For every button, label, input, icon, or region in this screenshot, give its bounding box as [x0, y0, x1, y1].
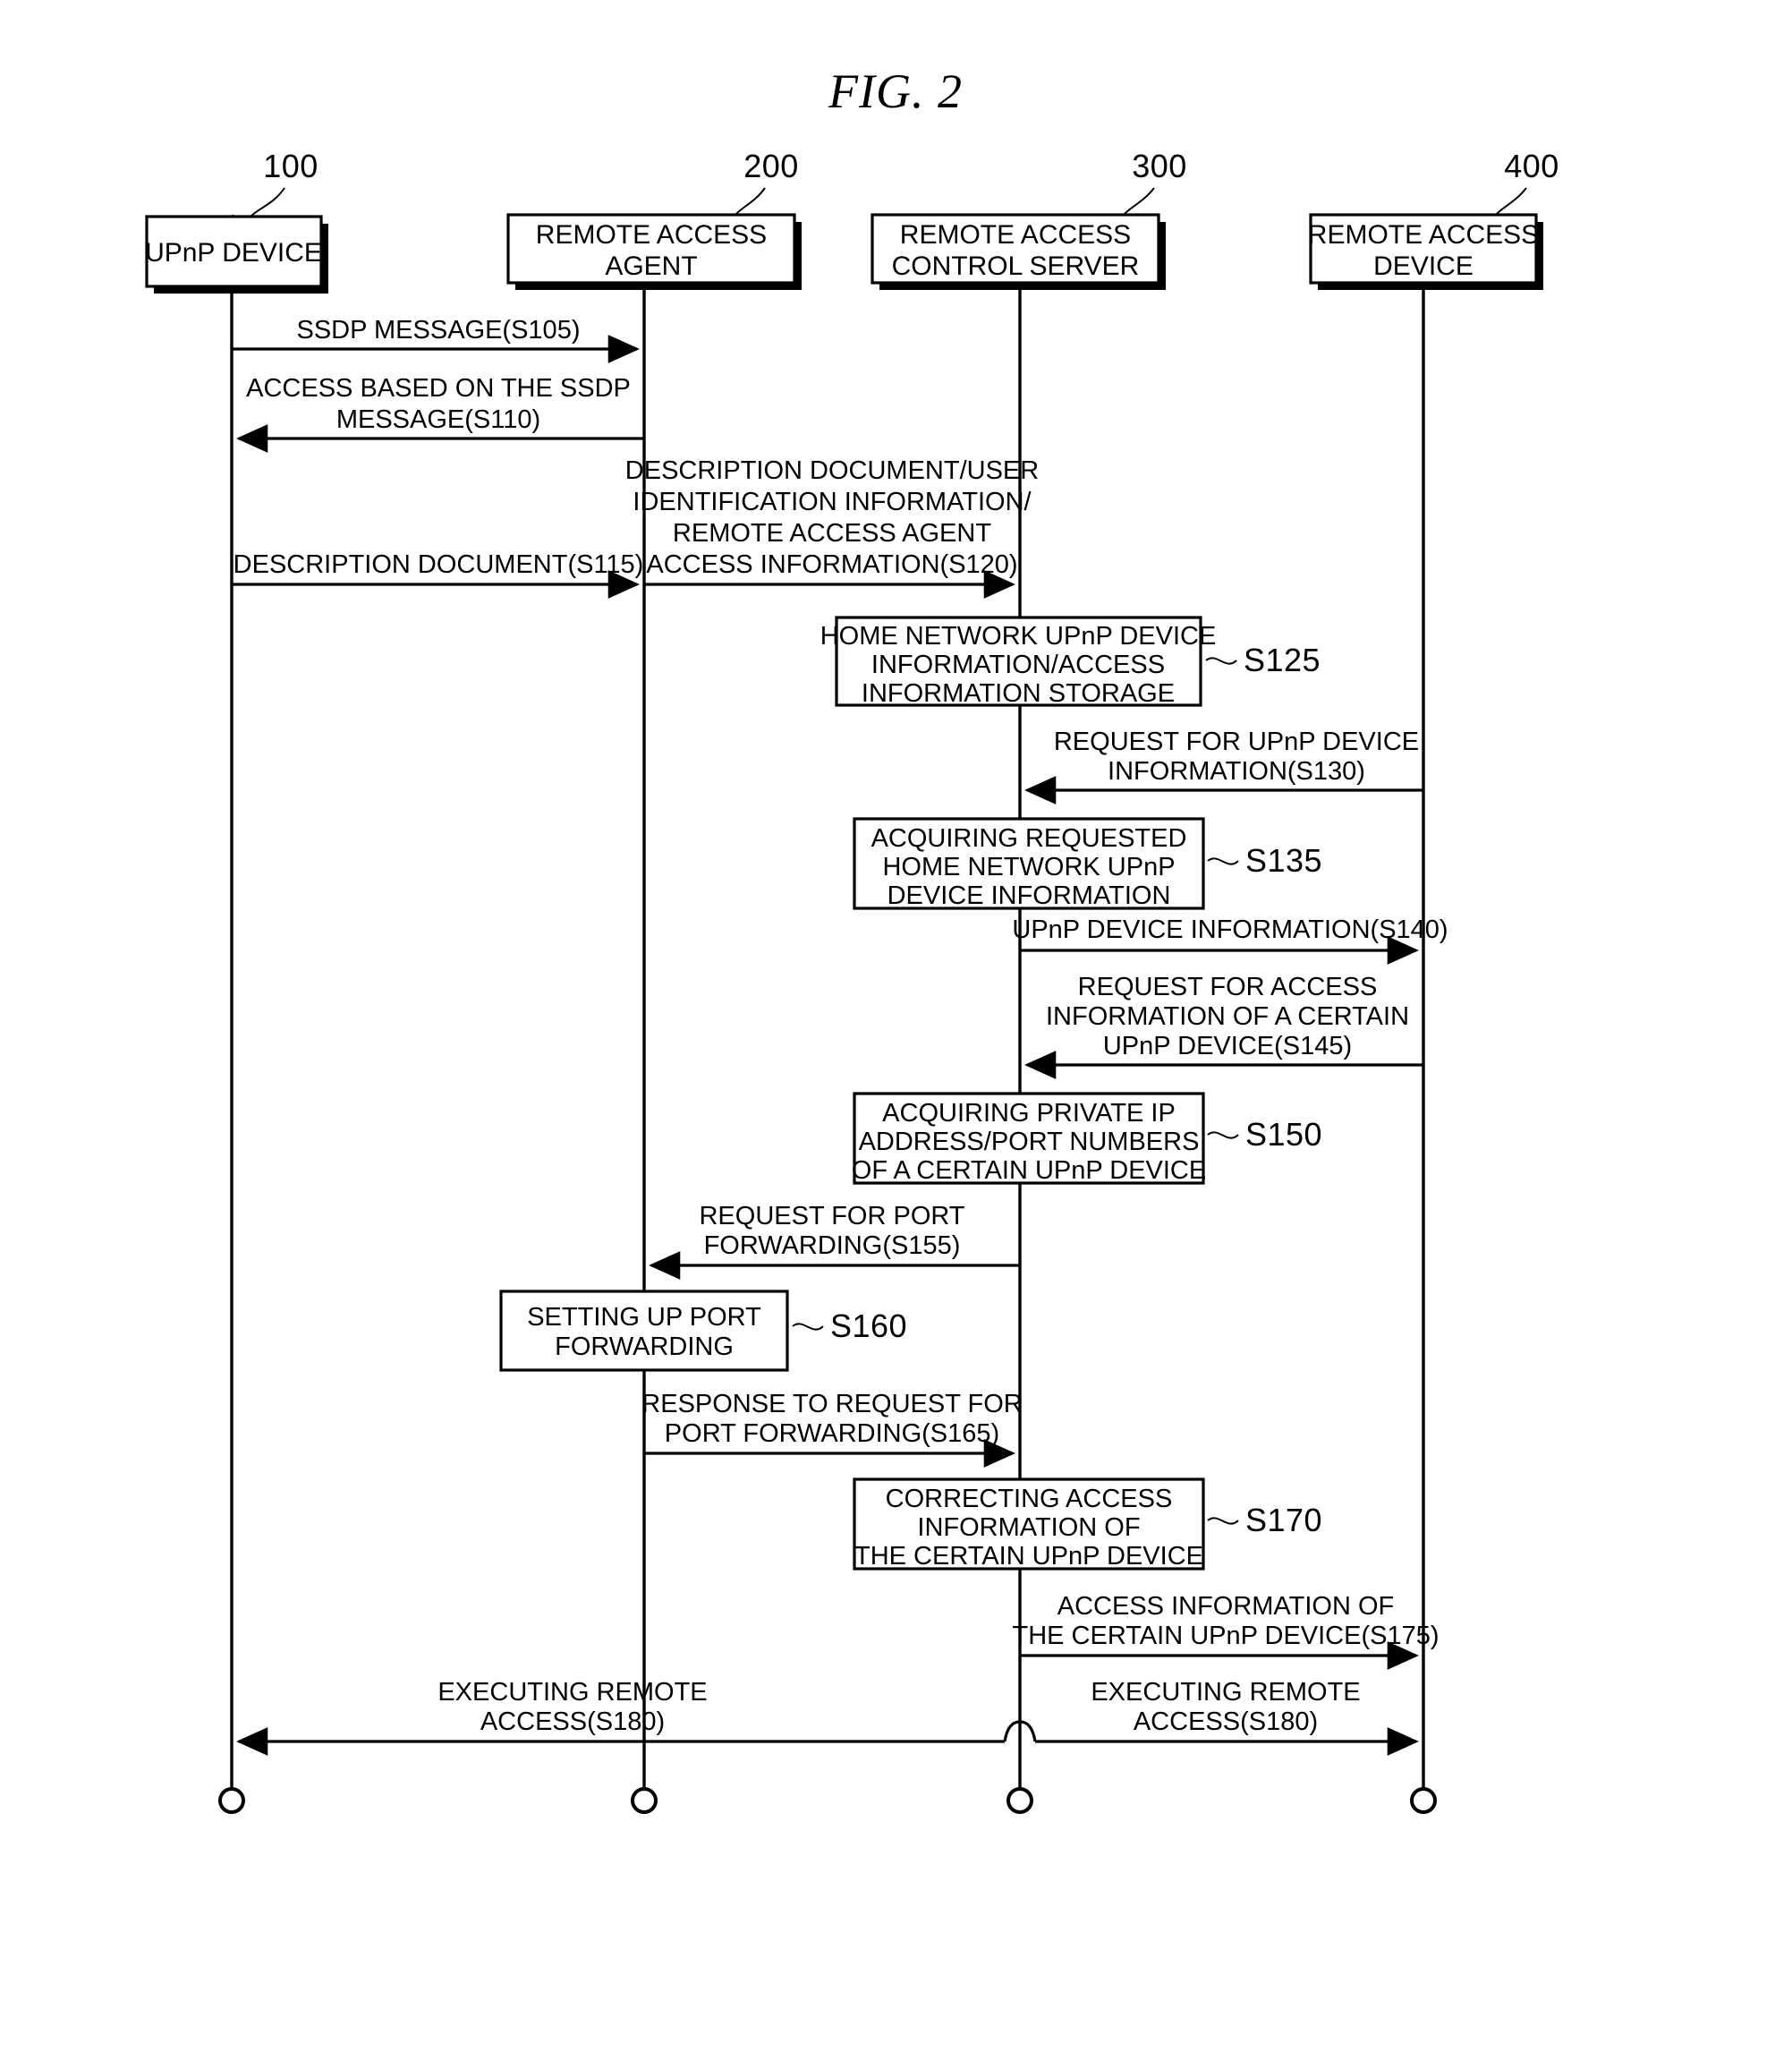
activity-s150-line-2: OF A CERTAIN UPnP DEVICE: [852, 1156, 1206, 1185]
message-s175-label-0: ACCESS INFORMATION OF: [1057, 1592, 1394, 1621]
message-s180-left-label-1: ACCESS(S180): [480, 1707, 665, 1736]
ref-numeral-100: 100: [263, 148, 318, 184]
ref-numeral-300: 300: [1132, 148, 1187, 184]
message-s130-label-0: REQUEST FOR UPnP DEVICE: [1054, 728, 1419, 756]
message-s180-right-label-1: ACCESS(S180): [1134, 1707, 1318, 1736]
activity-s160-line-0: SETTING UP PORT: [527, 1303, 761, 1332]
lifeline-label-200-line1: REMOTE ACCESS: [536, 220, 767, 250]
lifeline-label-300-line2: CONTROL SERVER: [892, 251, 1140, 281]
message-s175: ACCESS INFORMATION OF THE CERTAIN UPnP D…: [1012, 1592, 1440, 1670]
activity-s170-line-1: INFORMATION OF: [917, 1513, 1140, 1542]
activity-s150-line-1: ADDRESS/PORT NUMBERS: [859, 1128, 1200, 1156]
message-s145-label-1: INFORMATION OF A CERTAIN: [1046, 1002, 1409, 1031]
message-s180-right: EXECUTING REMOTE ACCESS(S180): [1035, 1678, 1419, 1756]
activity-box-s125[interactable]: HOME NETWORK UPnP DEVICE INFORMATION/ACC…: [820, 616, 1321, 708]
message-s120-label-1: IDENTIFICATION INFORMATION/: [633, 488, 1032, 516]
activity-s125-leader: [1205, 657, 1237, 665]
leader-line-200: [733, 187, 766, 217]
message-s120-label-2: REMOTE ACCESS AGENT: [673, 519, 991, 548]
lifeline-label-100: UPnP DEVICE: [145, 238, 322, 268]
activity-s170-line-0: CORRECTING ACCESS: [886, 1485, 1173, 1513]
message-s120-label-3: ACCESS INFORMATION(S120): [646, 550, 1017, 579]
activity-s150-step: S150: [1245, 1116, 1322, 1153]
activity-s150-leader: [1207, 1131, 1239, 1139]
figure-title: FIG. 2: [828, 64, 963, 118]
message-s165-label-0: RESPONSE TO REQUEST FOR: [641, 1390, 1022, 1418]
lifeline-header-200[interactable]: REMOTE ACCESS AGENT: [506, 213, 802, 290]
message-s110: ACCESS BASED ON THE SSDP MESSAGE(S110): [236, 374, 644, 453]
message-s110-label-1: MESSAGE(S110): [336, 405, 540, 434]
activity-s135-line-2: DEVICE INFORMATION: [888, 881, 1171, 910]
lifeline-header-400[interactable]: REMOTE ACCESS DEVICE: [1308, 213, 1543, 290]
message-s175-label-1: THE CERTAIN UPnP DEVICE(S175): [1012, 1622, 1439, 1650]
lifeline-header-300[interactable]: REMOTE ACCESS CONTROL SERVER: [871, 213, 1166, 290]
leader-line-400: [1493, 187, 1527, 217]
message-s110-label-0: ACCESS BASED ON THE SSDP: [246, 374, 631, 403]
leader-line-300: [1121, 187, 1155, 217]
activity-s160-leader: [792, 1323, 824, 1331]
message-s145-label-0: REQUEST FOR ACCESS: [1078, 973, 1378, 1001]
message-s105: SSDP MESSAGE(S105): [232, 316, 640, 363]
activity-s125-line-0: HOME NETWORK UPnP DEVICE: [820, 622, 1217, 651]
activity-s170-leader: [1207, 1517, 1239, 1525]
activity-box-s170[interactable]: CORRECTING ACCESS INFORMATION OF THE CER…: [853, 1477, 1322, 1571]
message-s115-label-0: DESCRIPTION DOCUMENT(S115): [234, 550, 644, 579]
message-s115: DESCRIPTION DOCUMENT(S115): [232, 550, 644, 599]
activity-s160-step: S160: [830, 1307, 907, 1344]
activity-s125-step: S125: [1244, 642, 1321, 678]
activity-s135-line-0: ACQUIRING REQUESTED: [871, 824, 1187, 853]
message-s165-label-1: PORT FORWARDING(S165): [665, 1419, 999, 1448]
figure-root: FIG. 2 100 200 300 400 UPnP DEVICE REMOT…: [0, 0, 1792, 2052]
activity-s170-step: S170: [1245, 1502, 1322, 1538]
activity-box-s135[interactable]: ACQUIRING REQUESTED HOME NETWORK UPnP DE…: [853, 817, 1322, 910]
message-s130: REQUEST FOR UPnP DEVICE INFORMATION(S130…: [1024, 728, 1423, 805]
ref-numeral-200: 200: [743, 148, 799, 184]
activity-box-s160[interactable]: SETTING UP PORT FORWARDING S160: [499, 1290, 907, 1372]
lifeline-label-400-line1: REMOTE ACCESS: [1308, 220, 1539, 250]
message-s130-label-1: INFORMATION(S130): [1108, 757, 1365, 786]
message-s180-left: EXECUTING REMOTE ACCESS(S180): [236, 1678, 1005, 1756]
lifeline-terminator-400: [1410, 1787, 1437, 1814]
message-s180-right-label-0: EXECUTING REMOTE: [1091, 1678, 1360, 1707]
message-s120-label-0: DESCRIPTION DOCUMENT/USER: [625, 456, 1039, 485]
activity-s150-line-0: ACQUIRING PRIVATE IP: [882, 1099, 1176, 1128]
lifeline-label-300-line1: REMOTE ACCESS: [900, 220, 1131, 250]
activity-s125-line-2: INFORMATION STORAGE: [862, 679, 1175, 708]
lifeline-terminator-200: [631, 1787, 658, 1814]
message-s155: REQUEST FOR PORT FORWARDING(S155): [649, 1202, 1020, 1280]
lifeline-terminator-300: [1006, 1787, 1033, 1814]
activity-s135-line-1: HOME NETWORK UPnP: [882, 853, 1175, 881]
message-s140: UPnP DEVICE INFORMATION(S140): [1012, 915, 1448, 965]
message-s120: DESCRIPTION DOCUMENT/USER IDENTIFICATION…: [625, 456, 1039, 599]
activity-s125-line-1: INFORMATION/ACCESS: [871, 651, 1165, 679]
message-s145: REQUEST FOR ACCESS INFORMATION OF A CERT…: [1024, 973, 1423, 1079]
message-s165: RESPONSE TO REQUEST FOR PORT FORWARDING(…: [641, 1390, 1023, 1468]
message-s140-label-0: UPnP DEVICE INFORMATION(S140): [1012, 915, 1448, 944]
message-s155-label-1: FORWARDING(S155): [704, 1231, 961, 1260]
lifeline-label-400-line2: DEVICE: [1373, 251, 1474, 281]
lifeline-label-200-line2: AGENT: [605, 251, 697, 281]
lifeline-header-100[interactable]: UPnP DEVICE: [145, 215, 328, 294]
sequence-diagram-canvas: FIG. 2 100 200 300 400 UPnP DEVICE REMOT…: [145, 64, 1559, 1814]
message-s145-label-2: UPnP DEVICE(S145): [1103, 1032, 1352, 1060]
lifeline-terminator-100: [218, 1787, 245, 1814]
activity-s135-leader: [1207, 857, 1239, 865]
message-s105-label-0: SSDP MESSAGE(S105): [297, 316, 581, 345]
message-s180-left-label-0: EXECUTING REMOTE: [437, 1678, 707, 1707]
ref-numeral-400: 400: [1504, 148, 1559, 184]
activity-box-s150[interactable]: ACQUIRING PRIVATE IP ADDRESS/PORT NUMBER…: [852, 1092, 1322, 1185]
activity-s170-line-2: THE CERTAIN UPnP DEVICE: [854, 1542, 1203, 1571]
activity-s160-line-1: FORWARDING: [555, 1333, 734, 1361]
activity-s135-step: S135: [1245, 842, 1322, 879]
message-s155-label-0: REQUEST FOR PORT: [699, 1202, 964, 1230]
